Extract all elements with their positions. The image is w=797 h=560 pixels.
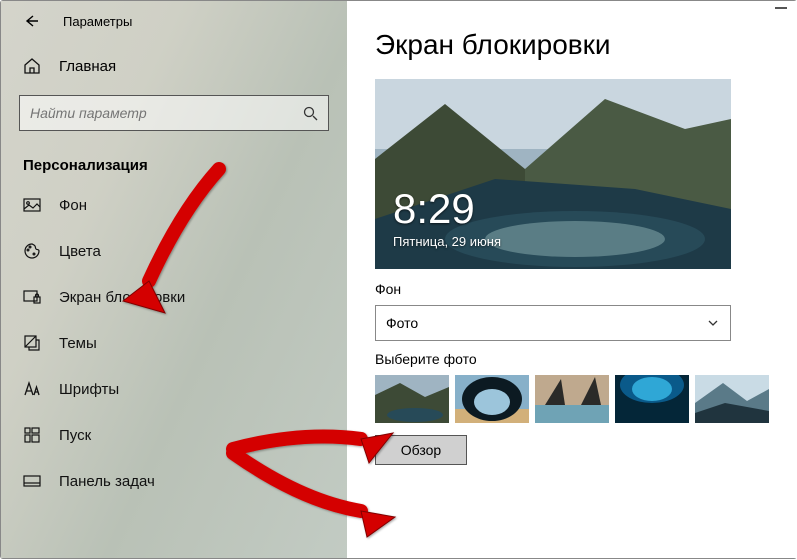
preview-date: Пятница, 29 июня xyxy=(393,234,501,249)
nav-item-background[interactable]: Фон xyxy=(1,182,329,228)
back-icon[interactable] xyxy=(23,13,39,29)
photo-thumb[interactable] xyxy=(375,375,449,423)
preview-time: 8:29 xyxy=(393,188,501,230)
nav-item-label: Пуск xyxy=(59,427,91,444)
photo-thumb[interactable] xyxy=(615,375,689,423)
background-section-label: Фон xyxy=(375,281,769,297)
nav-item-label: Темы xyxy=(59,335,97,352)
palette-icon xyxy=(23,242,41,260)
nav-item-label: Панель задач xyxy=(59,473,155,490)
fonts-icon xyxy=(23,380,41,398)
search-input[interactable] xyxy=(30,105,302,121)
nav-item-colors[interactable]: Цвета xyxy=(1,228,329,274)
start-icon xyxy=(23,426,41,444)
nav-item-themes[interactable]: Темы xyxy=(1,320,329,366)
photo-thumb[interactable] xyxy=(535,375,609,423)
window-title: Параметры xyxy=(63,14,132,29)
nav-home-label: Главная xyxy=(59,58,116,75)
lockscreen-icon xyxy=(23,288,41,306)
nav-item-label: Фон xyxy=(59,197,87,214)
chevron-down-icon xyxy=(706,316,720,330)
themes-icon xyxy=(23,334,41,352)
browse-button[interactable]: Обзор xyxy=(375,435,467,465)
photo-thumbnails xyxy=(375,375,769,423)
nav-item-start[interactable]: Пуск xyxy=(1,412,329,458)
nav-group-label: Персонализация xyxy=(1,139,329,182)
page-title: Экран блокировки xyxy=(375,29,769,61)
home-icon xyxy=(23,57,41,75)
search-box[interactable] xyxy=(19,95,329,131)
main-content: Экран блокировки 8:29 Пятница, 29 июня Ф… xyxy=(347,1,797,558)
nav-item-fonts[interactable]: Шрифты xyxy=(1,366,329,412)
nav-home[interactable]: Главная xyxy=(1,39,329,89)
background-select-value: Фото xyxy=(386,315,418,331)
nav-item-label: Экран блокировки xyxy=(59,289,185,306)
photo-thumb[interactable] xyxy=(695,375,769,423)
choose-photo-label: Выберите фото xyxy=(375,351,769,367)
search-icon xyxy=(302,105,318,121)
nav-item-lockscreen[interactable]: Экран блокировки xyxy=(1,274,329,320)
minimize-icon[interactable] xyxy=(775,7,787,9)
nav-item-taskbar[interactable]: Панель задач xyxy=(1,458,329,504)
nav-item-label: Цвета xyxy=(59,243,101,260)
settings-sidebar: Параметры Главная Персонализация Фон xyxy=(1,1,347,558)
photo-thumb[interactable] xyxy=(455,375,529,423)
lockscreen-preview: 8:29 Пятница, 29 июня xyxy=(375,79,731,269)
taskbar-icon xyxy=(23,472,41,490)
picture-icon xyxy=(23,196,41,214)
nav-item-label: Шрифты xyxy=(59,381,119,398)
background-select[interactable]: Фото xyxy=(375,305,731,341)
